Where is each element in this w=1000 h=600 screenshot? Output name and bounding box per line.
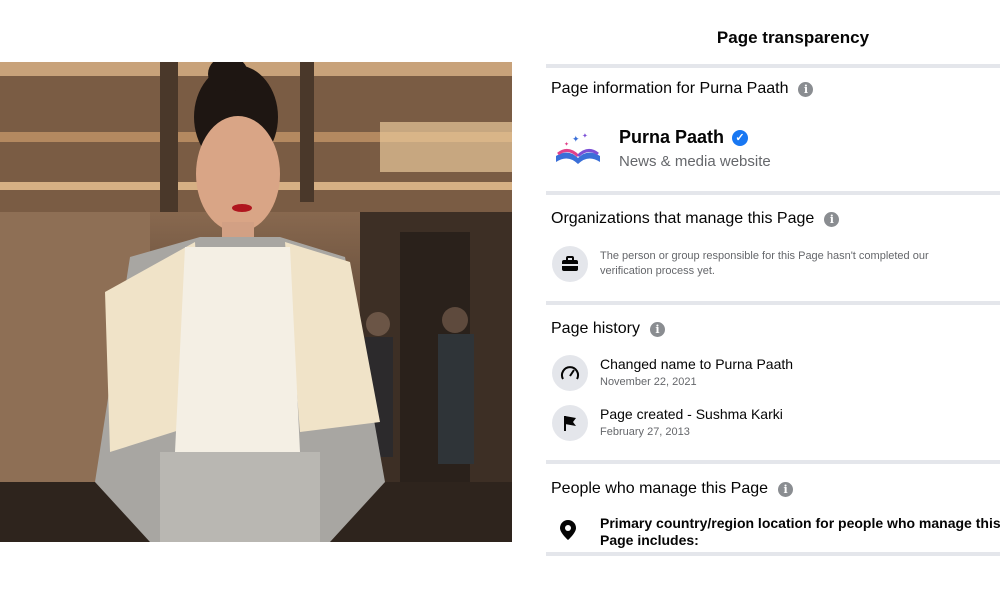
info-icon[interactable]: i	[824, 211, 840, 227]
page-transparency-panel: Page transparency Page information for P…	[546, 0, 1000, 600]
history-item-title: Page created - Sushma Karki	[600, 406, 783, 422]
info-icon[interactable]: i	[649, 321, 665, 337]
history-heading-text: Page history	[551, 320, 640, 337]
briefcase-icon	[552, 246, 588, 282]
organizations-heading: Organizations that manage this Page i	[551, 210, 840, 228]
location-text: Primary country/region location for peop…	[600, 515, 1000, 548]
info-icon[interactable]: i	[778, 481, 794, 497]
page-category: News & media website	[619, 153, 771, 170]
info-icon[interactable]: i	[798, 81, 814, 97]
svg-text:✦: ✦	[564, 141, 569, 148]
history-item-date: February 27, 2013	[600, 426, 690, 438]
svg-text:✦: ✦	[572, 135, 580, 145]
divider	[546, 64, 1000, 68]
organizations-heading-text: Organizations that manage this Page	[551, 210, 815, 227]
history-item-title: Changed name to Purna Paath	[600, 356, 794, 372]
divider	[546, 301, 1000, 305]
history-item-date: November 22, 2021	[600, 376, 697, 388]
page-info-heading-text: Page information for Purna Paath	[551, 80, 789, 97]
page-name-row: Purna Paath ✓	[619, 127, 749, 148]
page-info-heading: Page information for Purna Paath i	[551, 80, 814, 98]
article-photo	[0, 62, 512, 542]
history-heading: Page history i	[551, 320, 665, 338]
divider	[546, 191, 1000, 195]
page-name[interactable]: Purna Paath	[619, 127, 724, 148]
flag-icon	[552, 405, 588, 441]
people-heading: People who manage this Page i	[551, 480, 794, 498]
people-heading-text: People who manage this Page	[551, 480, 769, 497]
book-stars-icon: ✦ ✦ ✦	[556, 132, 600, 164]
panel-title: Page transparency	[716, 28, 870, 47]
verified-badge-icon: ✓	[732, 129, 749, 146]
location-pin-icon	[560, 520, 576, 545]
speedometer-icon	[552, 355, 588, 391]
divider	[546, 460, 1000, 464]
verification-message: The person or group responsible for this…	[600, 250, 929, 277]
svg-text:✦: ✦	[582, 132, 588, 140]
page-logo[interactable]: ✦ ✦ ✦	[552, 128, 604, 168]
divider	[546, 552, 1000, 556]
